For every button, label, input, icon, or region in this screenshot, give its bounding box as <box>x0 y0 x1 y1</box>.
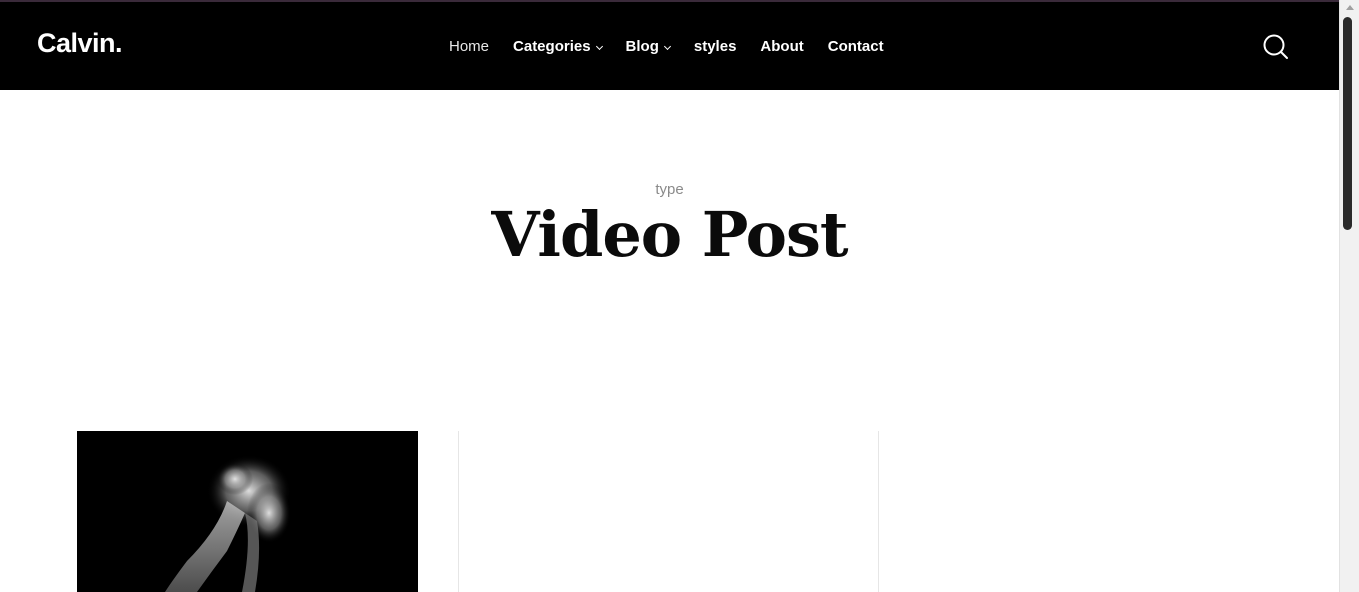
site-logo[interactable]: Calvin. <box>37 28 123 59</box>
search-icon <box>1263 34 1288 59</box>
nav-item-about[interactable]: About <box>760 38 803 55</box>
nav-item-contact[interactable]: Contact <box>828 38 884 55</box>
post-thumbnail[interactable] <box>77 431 418 592</box>
chevron-down-icon <box>663 42 671 50</box>
column-divider <box>878 431 879 592</box>
archive-type-label: type <box>655 181 684 198</box>
nav-item-styles[interactable]: styles <box>694 38 737 55</box>
nav-item-label: Contact <box>827 37 884 55</box>
chevron-down-icon <box>595 42 603 50</box>
vertical-scrollbar[interactable] <box>1339 0 1359 592</box>
nav-item-label: styles <box>693 37 737 55</box>
nav-item-label: Blog <box>625 37 659 55</box>
page-hero: type Video Post <box>0 90 1339 390</box>
search-button[interactable] <box>1262 33 1290 61</box>
column-divider <box>458 431 459 592</box>
post-thumbnail-image <box>77 431 418 592</box>
scrollbar-thumb[interactable] <box>1343 17 1352 230</box>
scroll-up-icon[interactable] <box>1346 5 1354 10</box>
nav-item-label: Categories <box>513 37 591 55</box>
nav-item-blog[interactable]: Blog <box>625 37 671 55</box>
nav-item-label: Home <box>449 37 490 55</box>
page-title: Video Post <box>491 198 848 271</box>
nav-item-label: About <box>760 37 804 55</box>
main-nav: Home Categories Blog styles About Contac… <box>449 36 908 56</box>
nav-item-home[interactable]: Home <box>449 38 489 55</box>
nav-item-categories[interactable]: Categories <box>513 37 603 55</box>
site-header: Calvin. Home Categories Blog styles Abou… <box>0 2 1339 90</box>
